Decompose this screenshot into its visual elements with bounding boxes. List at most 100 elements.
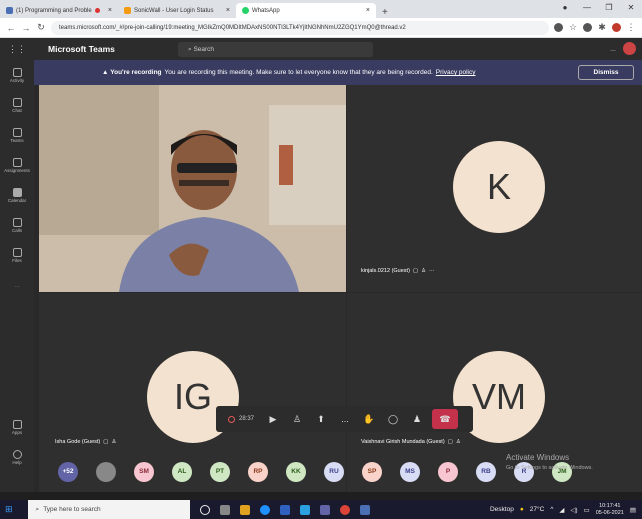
camera-off-button[interactable]: ▶ bbox=[261, 408, 285, 430]
share-screen-button[interactable]: ⬆ bbox=[309, 408, 333, 430]
mic-muted-icon: ♙ bbox=[421, 268, 427, 274]
app-taskbar-icon[interactable] bbox=[359, 504, 370, 515]
clock[interactable]: 10:17:41 05-06-2021 bbox=[596, 503, 624, 517]
rail-item-assignments[interactable]: Assignments bbox=[0, 150, 34, 180]
file-explorer-icon[interactable] bbox=[239, 504, 250, 515]
search-input[interactable]: ⌕ Search bbox=[178, 41, 373, 57]
browser-tab[interactable]: (1) Programming and Proble × bbox=[0, 3, 118, 18]
mic-mute-button[interactable]: ♙ bbox=[285, 408, 309, 430]
forward-icon[interactable]: → bbox=[21, 23, 31, 33]
taskbar-search-input[interactable]: ⌕ Type here to search bbox=[27, 500, 190, 519]
volume-icon[interactable]: ◁) bbox=[570, 506, 577, 514]
video-tile-camera[interactable] bbox=[39, 85, 346, 292]
mail-icon[interactable] bbox=[299, 504, 310, 515]
system-tray: Desktop ● 27°C ^ ◢ ◁) ▭ 10:17:41 05-06-2… bbox=[490, 503, 642, 517]
participant-video-feed bbox=[39, 85, 346, 292]
store-icon[interactable] bbox=[279, 504, 290, 515]
recording-message: ▲ You're recording You are recording this… bbox=[102, 69, 476, 76]
url-field[interactable]: teams.microsoft.com/_#/pre-join-calling/… bbox=[51, 20, 549, 35]
task-view-icon[interactable] bbox=[219, 504, 230, 515]
activate-windows-watermark: Activate Windows Go to Settings to activ… bbox=[506, 453, 593, 471]
chat-icon bbox=[12, 97, 22, 107]
reactions-button[interactable]: ◯ bbox=[381, 408, 405, 430]
roster-avatar[interactable]: AL bbox=[172, 462, 192, 482]
roster-avatar[interactable] bbox=[96, 462, 116, 482]
tab-label: WhatsApp bbox=[252, 7, 280, 14]
roster-avatar[interactable]: MS bbox=[400, 462, 420, 482]
hang-up-button[interactable]: ☎ bbox=[432, 409, 458, 429]
user-avatar[interactable] bbox=[623, 42, 636, 55]
roster-avatar[interactable]: KK bbox=[286, 462, 306, 482]
recording-dot-icon bbox=[94, 8, 100, 13]
roster-avatar[interactable]: +52 bbox=[58, 462, 78, 482]
browser-menu-icon[interactable]: ⋮ bbox=[626, 22, 636, 33]
phone-icon bbox=[12, 217, 22, 227]
rail-item-calls[interactable]: Calls bbox=[0, 210, 34, 240]
rail-item-more[interactable]: ... bbox=[0, 270, 34, 300]
puzzle-icon[interactable]: ✱ bbox=[597, 22, 607, 33]
star-icon[interactable]: ☆ bbox=[568, 22, 578, 33]
video-tile-k[interactable]: K kinjals.0212 (Guest) ▢ ♙ ··· bbox=[347, 85, 642, 292]
privacy-policy-link[interactable]: Privacy policy bbox=[436, 69, 476, 76]
tray-chevron-icon[interactable]: ^ bbox=[550, 506, 553, 513]
more-options-icon[interactable]: ... bbox=[610, 46, 616, 53]
browser-tab-active[interactable]: WhatsApp × bbox=[236, 3, 376, 18]
close-window-icon[interactable]: ✕ bbox=[620, 0, 642, 16]
teams-header: Microsoft Teams ⌕ Search ... bbox=[34, 38, 642, 60]
people-icon: ♟ bbox=[412, 413, 422, 424]
roster-avatar[interactable]: PT bbox=[210, 462, 230, 482]
rail-item-chat[interactable]: Chat bbox=[0, 90, 34, 120]
roster-avatar[interactable]: SM bbox=[134, 462, 154, 482]
windows-start-icon[interactable]: ⊞ bbox=[5, 504, 13, 515]
participant-name-label: Vaishnavi Girish Mundada (Guest) ▢ ♙ bbox=[361, 439, 461, 445]
rail-item-calendar[interactable]: Calendar bbox=[0, 180, 34, 210]
reload-icon[interactable]: ↻ bbox=[36, 22, 46, 33]
roster-avatar[interactable]: RU bbox=[324, 462, 344, 482]
new-tab-button[interactable]: + bbox=[376, 7, 394, 18]
rail-item-help[interactable]: Help bbox=[0, 442, 34, 472]
notifications-icon[interactable]: ▤ bbox=[630, 506, 636, 514]
rail-item-activity[interactable]: Activity bbox=[0, 60, 34, 90]
close-tab-icon[interactable]: × bbox=[108, 7, 112, 14]
more-actions-button[interactable]: ... bbox=[333, 408, 357, 430]
keyboard-icon[interactable]: ▭ bbox=[584, 506, 590, 514]
minimize-icon[interactable]: — bbox=[576, 0, 598, 16]
file-icon bbox=[12, 247, 22, 257]
roster-avatar[interactable]: P bbox=[438, 462, 458, 482]
raise-hand-button[interactable]: ✋ bbox=[357, 408, 381, 430]
rail-item-files[interactable]: Files bbox=[0, 240, 34, 270]
profile-avatar-icon[interactable] bbox=[612, 23, 621, 32]
roster-avatar[interactable]: SP bbox=[362, 462, 382, 482]
participants-button[interactable]: ♟ bbox=[405, 408, 429, 430]
share-icon: ⬆ bbox=[317, 413, 325, 424]
participant-more-icon[interactable]: ··· bbox=[429, 268, 435, 274]
weather-icon: ● bbox=[519, 506, 524, 513]
search-icon: ⌕ bbox=[35, 505, 40, 513]
cortana-icon[interactable] bbox=[199, 504, 210, 515]
back-icon[interactable]: ← bbox=[6, 23, 16, 33]
browser-tab[interactable]: SonicWall - User Login Status × bbox=[118, 3, 236, 18]
camera-indicator-icon[interactable] bbox=[554, 23, 563, 32]
profile-icon[interactable]: ● bbox=[554, 0, 576, 16]
tab-label: (1) Programming and Proble bbox=[16, 7, 92, 14]
roster-avatar[interactable]: RB bbox=[476, 462, 496, 482]
close-tab-icon[interactable]: × bbox=[226, 7, 230, 14]
weather-temp[interactable]: 27°C bbox=[530, 506, 545, 513]
close-tab-icon[interactable]: × bbox=[366, 7, 370, 14]
network-icon[interactable]: ◢ bbox=[559, 506, 564, 514]
app-launcher-icon[interactable]: ⋮⋮ bbox=[0, 38, 34, 60]
teams-taskbar-icon[interactable] bbox=[319, 504, 330, 515]
rail-item-apps[interactable]: Apps bbox=[0, 412, 34, 442]
chrome-icon[interactable] bbox=[339, 504, 350, 515]
edge-icon[interactable] bbox=[259, 504, 270, 515]
rail-item-teams[interactable]: Teams bbox=[0, 120, 34, 150]
maximize-icon[interactable]: ❐ bbox=[598, 0, 620, 16]
pin-icon: ▢ bbox=[447, 439, 453, 445]
extension-icon[interactable] bbox=[583, 23, 592, 32]
pin-icon: ▢ bbox=[103, 439, 109, 445]
recording-timer: 28:37 bbox=[221, 408, 261, 430]
dismiss-button[interactable]: Dismiss bbox=[578, 65, 634, 80]
roster-avatar[interactable]: RP bbox=[248, 462, 268, 482]
windows-taskbar: ⊞ ⌕ Type here to search Desktop ● 27°C ^ … bbox=[0, 500, 642, 519]
desktop-toolbar[interactable]: Desktop bbox=[490, 506, 514, 513]
